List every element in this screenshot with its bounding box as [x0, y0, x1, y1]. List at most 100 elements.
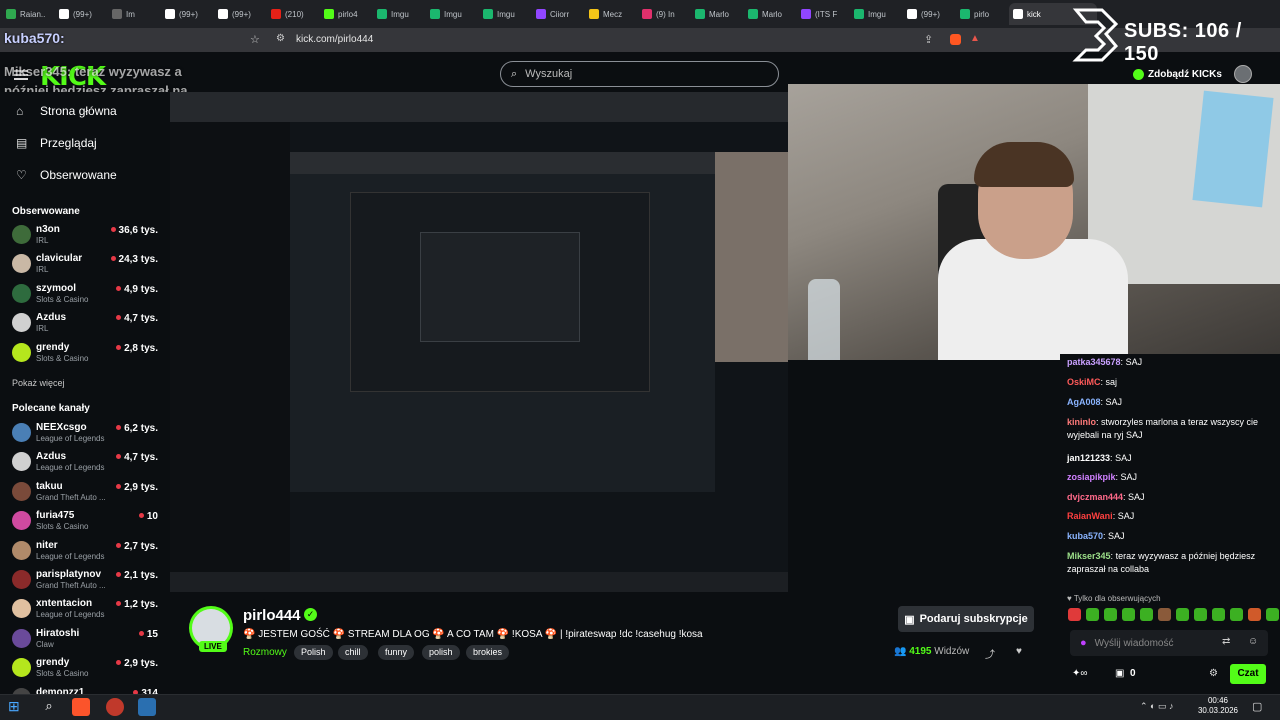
brave-shield-icon[interactable] — [950, 34, 961, 45]
emote-icon[interactable] — [1212, 608, 1225, 621]
chat-message[interactable]: dvjczman444: SAJ — [1067, 491, 1273, 504]
mic-icon[interactable]: ● — [1080, 637, 1087, 649]
windows-start-icon[interactable]: ⊞ — [8, 698, 26, 716]
chat-message[interactable]: AgA008: SAJ — [1067, 396, 1273, 409]
search-input[interactable]: ⌕ Wyszukaj — [500, 61, 779, 87]
stream-tag[interactable]: funny — [378, 645, 415, 660]
nav-home[interactable]: ⌂ Strona główna — [16, 104, 117, 118]
sidebar-channel[interactable]: parisplatynov Grand Theft Auto ... 2,1 tys… — [12, 567, 162, 593]
emoji-icon[interactable]: ☺ — [1248, 636, 1258, 647]
emote-icon[interactable] — [1230, 608, 1243, 621]
chat-message[interactable]: kininlo: stworzyles marlona a teraz wszy… — [1067, 416, 1273, 442]
stream-tag[interactable]: chill — [338, 645, 368, 660]
browser-tab[interactable]: Ciiorr — [532, 3, 585, 25]
browser-tab[interactable]: (9) In — [638, 3, 691, 25]
chat-username[interactable]: patka345678 — [1067, 357, 1121, 367]
browser-tab[interactable]: pirlo — [956, 3, 1009, 25]
chat-message[interactable]: OskiMC: saj — [1067, 376, 1273, 389]
browser-tab[interactable]: Imgu — [479, 3, 532, 25]
sidebar-channel[interactable]: niter League of Legends 2,7 tys. — [12, 538, 162, 564]
chat-username[interactable]: jan121233 — [1067, 453, 1110, 463]
chat-message[interactable]: patka345678: SAJ — [1067, 356, 1273, 369]
chat-username[interactable]: kininlo — [1067, 417, 1096, 427]
sidebar-channel[interactable]: clavicular IRL 24,3 tys. — [12, 251, 162, 277]
browser-tab[interactable]: Imgu — [426, 3, 479, 25]
browser-tab[interactable]: Im — [108, 3, 161, 25]
browser-tab[interactable]: (99+) — [903, 3, 956, 25]
emote-icon[interactable] — [1104, 608, 1117, 621]
sidebar-channel[interactable]: Azdus League of Legends 4,7 tys. — [12, 449, 162, 475]
chat-message[interactable]: Mikser345: teraz wyzywasz a później będz… — [1067, 550, 1273, 576]
browser-tab[interactable]: Mecz — [585, 3, 638, 25]
stream-tag[interactable]: polish — [422, 645, 460, 660]
translate-icon[interactable]: ⇄ — [1222, 636, 1230, 647]
browser-tab[interactable]: (99+) — [161, 3, 214, 25]
browser-tab[interactable]: Imgu — [373, 3, 426, 25]
chat-username[interactable]: zosiapikpik — [1067, 472, 1116, 482]
stream-tag[interactable]: brokies — [466, 645, 510, 660]
stream-tag[interactable]: Polish — [294, 645, 333, 660]
sidebar-channel[interactable]: takuu Grand Theft Auto ... 2,9 tys. — [12, 479, 162, 505]
user-avatar[interactable] — [1234, 65, 1252, 83]
chat-username[interactable]: kuba570 — [1067, 531, 1103, 541]
tray-icons[interactable]: ⌃ ◐ ▭ ♪ — [1140, 701, 1173, 712]
browser-tab[interactable]: pirlo4 — [320, 3, 373, 25]
kicks-chat-icon[interactable]: ✦∞ — [1072, 668, 1088, 679]
notification-icon[interactable]: ▢ — [1252, 700, 1262, 713]
browser-tab[interactable]: Marlo — [744, 3, 797, 25]
gift-subscription-button[interactable]: ▣ Podaruj subskrypcje — [898, 606, 1034, 632]
chat-message[interactable]: jan121233: SAJ — [1067, 452, 1273, 465]
stream-category[interactable]: Rozmowy — [243, 647, 287, 658]
browser-tab[interactable]: Imgu — [850, 3, 903, 25]
emote-icon[interactable] — [1266, 608, 1279, 621]
browser-tab[interactable]: (99+) — [55, 3, 108, 25]
share-stream-icon[interactable]: ⤴ — [985, 646, 995, 661]
chat-username[interactable]: AgA008 — [1067, 397, 1101, 407]
chat-message[interactable]: zosiapikpik: SAJ — [1067, 471, 1273, 484]
sidebar-channel[interactable]: szymool Slots & Casino 4,9 tys. — [12, 281, 162, 307]
browser-tab[interactable]: Marlo — [691, 3, 744, 25]
show-more-link[interactable]: Pokaż więcej — [12, 378, 65, 388]
nav-following[interactable]: ♡ Obserwowane — [16, 168, 117, 182]
gift-chat-icon[interactable]: ▣ — [1115, 668, 1124, 679]
chat-username[interactable]: OskiMC — [1067, 377, 1101, 387]
chat-username[interactable]: dvjczman444 — [1067, 492, 1123, 502]
emote-icon[interactable] — [1122, 608, 1135, 621]
streamer-name[interactable]: pirlo444 — [243, 607, 301, 624]
sidebar-channel[interactable]: NEEXcsgo League of Legends 6,2 tys. — [12, 420, 162, 446]
taskbar-clock[interactable]: 00:46 30.03.2026 — [1196, 696, 1240, 716]
get-kicks-button[interactable]: Zdobądź KICKs — [1133, 65, 1222, 83]
taskbar-search-icon[interactable]: ⌕ — [40, 698, 58, 716]
emote-icon[interactable] — [1140, 608, 1153, 621]
emote-icon[interactable] — [1068, 608, 1081, 621]
sidebar-channel[interactable]: Azdus IRL 4,7 tys. — [12, 310, 162, 336]
site-info-icon[interactable]: ⚙ — [276, 33, 285, 44]
sidebar-channel[interactable]: furia475 Slots & Casino 10 — [12, 508, 162, 534]
browser-tab[interactable]: Raian.. — [2, 3, 55, 25]
brave-rewards-icon[interactable]: ▲ — [970, 33, 980, 44]
steam-taskbar-icon[interactable] — [138, 698, 156, 716]
emote-icon[interactable] — [1194, 608, 1207, 621]
chat-settings-icon[interactable]: ⚙ — [1209, 668, 1218, 679]
sidebar-channel[interactable]: grendy Slots & Casino 2,8 tys. — [12, 340, 162, 366]
share-icon[interactable]: ⇪ — [924, 33, 933, 46]
emote-icon[interactable] — [1176, 608, 1189, 621]
url-text[interactable]: kick.com/pirlo444 — [296, 34, 373, 45]
follow-icon[interactable]: ♥ — [1016, 646, 1022, 657]
brave-taskbar-icon[interactable] — [72, 698, 90, 716]
browser-tab[interactable]: (99+) — [214, 3, 267, 25]
chat-username[interactable]: RaianWani — [1067, 511, 1113, 521]
bookmark-icon[interactable]: ☆ — [250, 33, 260, 46]
browser-tab[interactable]: (210) — [267, 3, 320, 25]
sidebar-channel[interactable]: Hiratoshi Claw 15 — [12, 626, 162, 652]
emote-bar[interactable] — [1068, 608, 1279, 624]
chat-input[interactable]: ● Wyślij wiadomość ⇄ ☺ — [1070, 630, 1268, 656]
video-player[interactable] — [170, 92, 788, 592]
chat-username[interactable]: Mikser345 — [1067, 551, 1111, 561]
emote-icon[interactable] — [1086, 608, 1099, 621]
chat-message[interactable]: RaianWani: SAJ — [1067, 510, 1273, 523]
chat-message[interactable]: kuba570: SAJ — [1067, 530, 1273, 543]
browser-tab[interactable]: (ITS F — [797, 3, 850, 25]
sidebar-channel[interactable]: xntentacion League of Legends 1,2 tys. — [12, 596, 162, 622]
sidebar-channel[interactable]: n3on IRL 36,6 tys. — [12, 222, 162, 248]
